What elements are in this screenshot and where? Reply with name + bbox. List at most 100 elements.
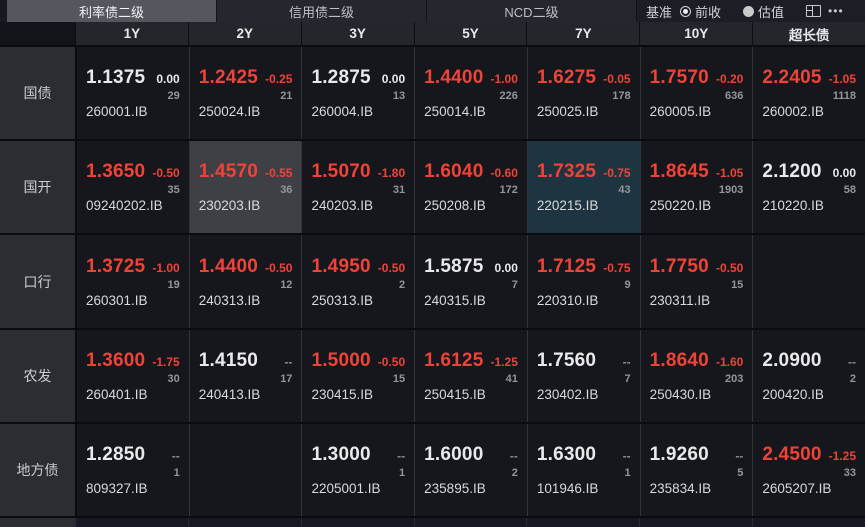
yield-value: 1.4150 [199,350,258,372]
bond-cell[interactable]: 1.7325-0.7543220215.IB [527,141,640,233]
yield-value: 1.5000 [311,350,370,372]
bond-cell[interactable]: 1.6275-0.05178250025.IB [527,47,640,139]
change-value: -0.50 [716,261,743,275]
bond-code: 101946.IB [537,481,631,496]
tab-ncd-secondary[interactable]: NCD二级 [427,0,637,22]
yield-value: 1.7325 [537,161,596,183]
bond-cell[interactable]: 1.3725-1.0019260301.IB [75,235,189,327]
change-value: -- [510,449,518,463]
bond-code: 230415.IB [311,387,405,402]
bond-cell[interactable]: 1.3000--12205001.IB [301,424,414,516]
volume-value: 15 [650,279,744,291]
bond-code: 250024.IB [199,104,293,119]
bond-cell[interactable]: 1.5070-1.8031240203.IB [301,141,414,233]
bond-code: 230402.IB [537,387,631,402]
yield-value: 1.2425 [199,67,258,89]
table-row: 口行1.3725-1.0019260301.IB1.4400-0.5012240… [0,235,865,329]
bond-code: 200420.IB [762,387,856,402]
change-value: -1.25 [829,449,856,463]
bond-cell[interactable]: 1.7570-0.20636260005.IB [640,47,753,139]
yield-value: 1.5070 [311,161,370,183]
bond-cell[interactable]: 1.6300--1101946.IB [527,424,640,516]
bond-cell[interactable]: 1.4950-0.502250313.IB [301,235,414,327]
bond-cell[interactable]: 1.7560--7230402.IB [527,330,640,422]
change-value: -0.05 [603,72,630,86]
bond-code: 240313.IB [199,293,293,308]
change-value: -0.75 [603,261,630,275]
change-value: -1.25 [491,355,518,369]
change-value: -1.00 [491,72,518,86]
yield-value: 1.8645 [650,161,709,183]
row-label: 国开 [0,141,75,233]
bond-cell[interactable]: 2.4500-1.25332605207.IB [752,424,865,516]
bond-code: 260301.IB [86,293,180,308]
volume-value: 2 [424,467,518,479]
bond-code: 235834.IB [650,481,744,496]
next-row-partial [0,516,865,527]
volume-value: 636 [650,90,744,102]
bond-code: 2205001.IB [311,481,405,496]
tab-credit-bond-secondary[interactable]: 信用债二级 [217,0,427,22]
bond-cell[interactable]: 1.5000-0.5015230415.IB [301,330,414,422]
volume-value: 1 [537,467,631,479]
bond-cell[interactable]: 1.6125-1.2541250415.IB [414,330,527,422]
panel-layout-icon[interactable] [806,5,821,17]
column-header-2y: 2Y [188,22,301,45]
bond-cell[interactable]: 1.13750.0029260001.IB [75,47,189,139]
volume-value: 36 [199,184,293,196]
bond-cell[interactable]: 1.6040-0.60172250208.IB [414,141,527,233]
bond-code: 240413.IB [199,387,293,402]
bond-cell[interactable]: 1.6000--2235895.IB [414,424,527,516]
change-value: -- [735,449,743,463]
volume-value: 17 [199,373,293,385]
tab-rates-bond-secondary[interactable]: 利率债二级 [7,0,217,22]
more-options-icon[interactable]: ••• [828,5,844,17]
bond-cell[interactable]: 2.12000.0058210220.IB [752,141,865,233]
top-tab-bar: 利率债二级 信用债二级 NCD二级 基准 前收 估值 ••• [0,0,865,22]
volume-value: 1118 [762,90,856,102]
column-header-3y: 3Y [301,22,414,45]
change-value: -0.55 [265,166,292,180]
bond-cell[interactable]: 1.4400-1.00226250014.IB [414,47,527,139]
yield-value: 1.7750 [650,256,709,278]
volume-value: 13 [311,90,405,102]
table-row: 国债1.13750.0029260001.IB1.2425-0.25212500… [0,47,865,141]
yield-value: 1.4400 [199,256,258,278]
radio-prev-close[interactable]: 前收 [680,2,721,21]
yield-value: 1.6000 [424,444,483,466]
bond-cell[interactable]: 1.2850--1809327.IB [75,424,189,516]
change-value: -0.25 [265,72,292,86]
yield-value: 1.2875 [311,67,370,89]
yield-value: 1.3600 [86,350,145,372]
yield-value: 1.3650 [86,161,145,183]
bond-cell[interactable]: 1.4570-0.5536230203.IB [189,141,302,233]
radio-valuation[interactable]: 估值 [743,2,784,21]
bond-cell[interactable]: 1.8645-1.051903250220.IB [640,141,753,233]
bond-cell[interactable]: 2.0900--2200420.IB [752,330,865,422]
bond-cell[interactable]: 1.4150--17240413.IB [189,330,302,422]
bond-cell[interactable]: 1.3600-1.7530260401.IB [75,330,189,422]
column-header-10y: 10Y [639,22,752,45]
volume-value: 226 [424,90,518,102]
bond-cell[interactable]: 1.7125-0.759220310.IB [527,235,640,327]
bond-cell[interactable]: 1.28750.0013260004.IB [301,47,414,139]
bond-cell[interactable]: 1.3650-0.503509240202.IB [75,141,189,233]
yield-value: 1.7560 [537,350,596,372]
bond-code: 250025.IB [537,104,631,119]
bond-cell[interactable]: 1.8640-1.60203250430.IB [640,330,753,422]
bond-cell[interactable]: 1.2425 -0.25 21 250024.IB [189,47,302,139]
yield-value: 2.2405 [762,67,821,89]
bond-code: 230203.IB [199,198,293,213]
bond-cell[interactable]: 2.2405-1.051118260002.IB [752,47,865,139]
volume-value: 21 [199,90,293,102]
bond-cell[interactable]: 1.4400-0.5012240313.IB [189,235,302,327]
change-value: -- [172,449,180,463]
yield-value: 1.9260 [650,444,709,466]
row-label: 地方债 [0,424,75,516]
change-value: -0.50 [265,261,292,275]
bond-cell[interactable]: 1.58750.007240315.IB [414,235,527,327]
bond-cell[interactable]: 1.7750-0.5015230311.IB [640,235,753,327]
volume-value: 41 [424,373,518,385]
bond-cell[interactable]: 1.9260--5235834.IB [640,424,753,516]
table-row: 农发1.3600-1.7530260401.IB1.4150--17240413… [0,330,865,424]
